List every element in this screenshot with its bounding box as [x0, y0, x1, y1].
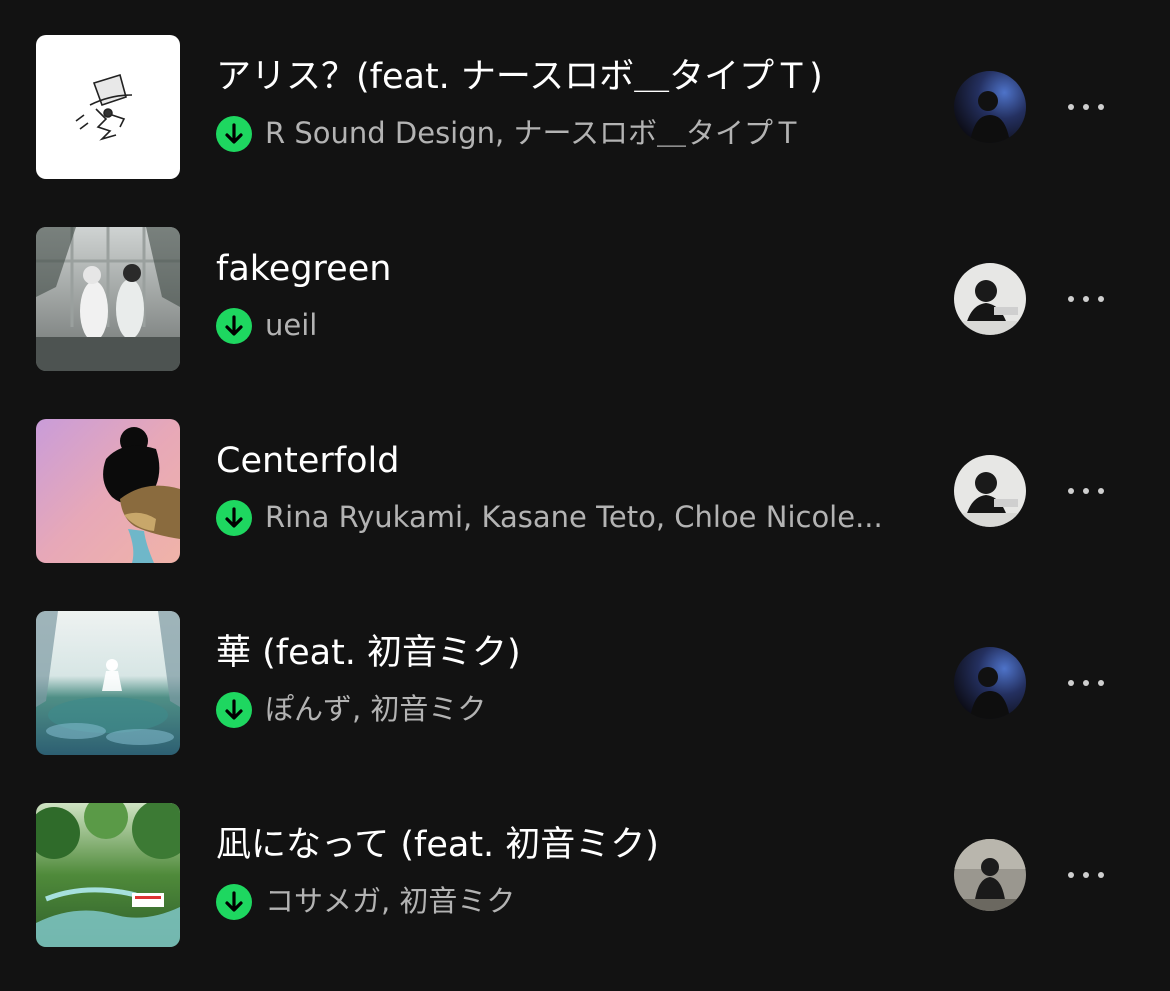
added-by-avatar[interactable]	[954, 455, 1026, 527]
green-park-icon	[36, 803, 180, 947]
track-subtitle: ぽんず, 初音ミク	[216, 689, 906, 729]
track-artists[interactable]: Rina Ryukami, Kasane Teto, Chloe Nicole.…	[265, 497, 905, 537]
track-row[interactable]: fakegreen ueil	[0, 227, 1170, 373]
track-title[interactable]: 華 (feat. 初音ミク)	[216, 629, 916, 677]
album-cover	[36, 35, 180, 179]
added-by-avatar[interactable]	[954, 839, 1026, 911]
more-options-icon[interactable]	[1060, 471, 1112, 511]
track-row[interactable]: 凪になって (feat. 初音ミク) コサメガ, 初音ミク	[0, 803, 1170, 949]
pink-silhouette-icon	[36, 419, 180, 563]
added-by-avatar[interactable]	[954, 71, 1026, 143]
album-cover	[36, 419, 180, 563]
two-figures-window-icon	[36, 227, 180, 371]
track-title[interactable]: アリス？(feat. ナースロボ＿タイプＴ)	[216, 53, 916, 101]
download-arrow-icon	[216, 308, 252, 344]
track-subtitle: コサメガ, 初音ミク	[216, 881, 906, 921]
download-arrow-icon	[216, 500, 252, 536]
water-scene-icon	[36, 611, 180, 755]
download-arrow-icon	[216, 116, 252, 152]
track-row[interactable]: アリス？(feat. ナースロボ＿タイプＴ) R Sound Design, ナ…	[0, 35, 1170, 181]
track-subtitle: Rina Ryukami, Kasane Teto, Chloe Nicole.…	[216, 497, 906, 537]
download-arrow-icon	[216, 884, 252, 920]
added-by-avatar[interactable]	[954, 263, 1026, 335]
track-artists[interactable]: R Sound Design, ナースロボ＿タイプＴ	[265, 113, 905, 153]
track-title[interactable]: fakegreen	[216, 245, 916, 293]
album-cover	[36, 803, 180, 947]
more-options-icon[interactable]	[1060, 87, 1112, 127]
track-title[interactable]: 凪になって (feat. 初音ミク)	[216, 821, 916, 869]
track-subtitle: ueil	[216, 305, 906, 345]
track-row[interactable]: Centerfold Rina Ryukami, Kasane Teto, Ch…	[0, 419, 1170, 565]
more-options-icon[interactable]	[1060, 855, 1112, 895]
top-hat-illustration-icon	[36, 35, 180, 179]
download-arrow-icon	[216, 692, 252, 728]
track-artists[interactable]: ueil	[265, 305, 905, 345]
track-list: アリス？(feat. ナースロボ＿タイプＴ) R Sound Design, ナ…	[0, 0, 1170, 991]
track-artists[interactable]: ぽんず, 初音ミク	[265, 689, 905, 729]
more-options-icon[interactable]	[1060, 279, 1112, 319]
added-by-avatar[interactable]	[954, 647, 1026, 719]
track-row[interactable]: 華 (feat. 初音ミク) ぽんず, 初音ミク	[0, 611, 1170, 757]
track-title[interactable]: Centerfold	[216, 437, 916, 485]
track-subtitle: R Sound Design, ナースロボ＿タイプＴ	[216, 113, 906, 153]
album-cover	[36, 227, 180, 371]
more-options-icon[interactable]	[1060, 663, 1112, 703]
album-cover	[36, 611, 180, 755]
track-artists[interactable]: コサメガ, 初音ミク	[265, 881, 905, 921]
